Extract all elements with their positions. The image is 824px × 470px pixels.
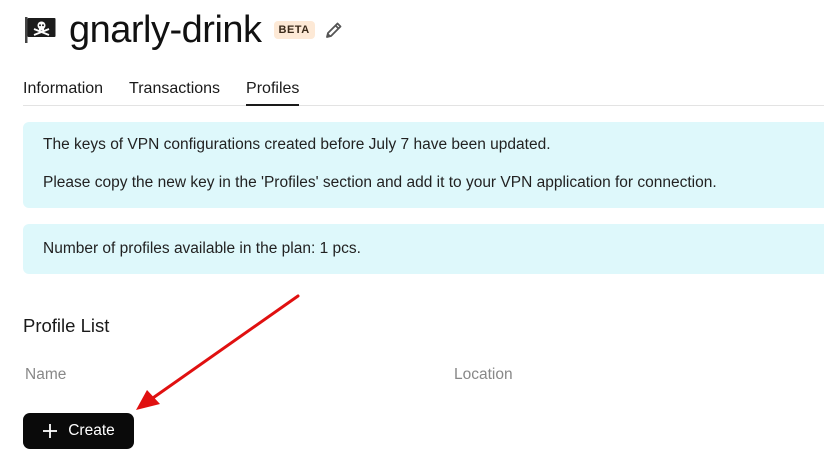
tab-transactions[interactable]: Transactions <box>129 76 220 104</box>
tab-information[interactable]: Information <box>23 76 103 104</box>
beta-badge: BETA <box>273 21 315 39</box>
notice-text: Please copy the new key in the 'Profiles… <box>43 174 717 191</box>
profile-list-title: Profile List <box>23 315 110 336</box>
plan-info-notice: Number of profiles available in the plan… <box>23 224 824 274</box>
pirate-flag-icon <box>23 17 57 43</box>
tab-profiles[interactable]: Profiles <box>246 76 300 106</box>
tab-bar: Information Transactions Profiles <box>23 76 824 106</box>
pencil-icon[interactable] <box>324 20 344 40</box>
notice-text: The keys of VPN configurations created b… <box>43 136 551 153</box>
page-title: gnarly-drink <box>69 9 262 51</box>
plan-info-text: Number of profiles available in the plan… <box>43 240 361 257</box>
key-update-notice: The keys of VPN configurations created b… <box>23 122 824 208</box>
page: gnarly-drink BETA Information Transactio… <box>0 0 824 470</box>
create-button-label: Create <box>68 422 115 439</box>
create-profile-button[interactable]: Create <box>23 413 134 449</box>
column-header-name: Name <box>25 366 67 383</box>
plus-icon <box>42 423 58 439</box>
column-header-location: Location <box>454 366 513 383</box>
page-header: gnarly-drink BETA <box>23 8 344 52</box>
